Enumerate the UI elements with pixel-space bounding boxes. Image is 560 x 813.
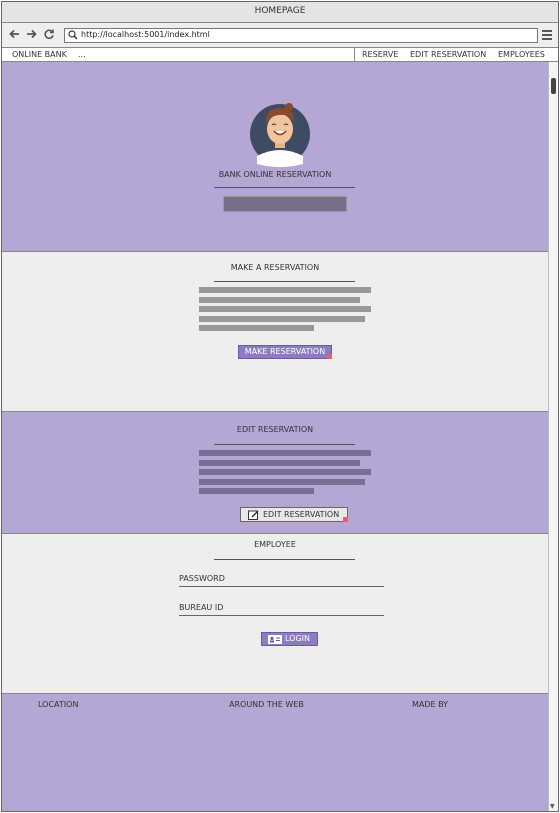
url-text: http://localhost:5001/index.html [81, 30, 210, 39]
button-corner-marker [343, 517, 348, 522]
nav-item-employees[interactable]: EMPLOYEES [498, 50, 545, 59]
hero-title: BANK ONLINE RESERVATION [218, 170, 332, 179]
brand-link[interactable]: ONLINE BANK [12, 50, 67, 59]
edit-text-placeholder [199, 450, 371, 498]
search-icon [68, 30, 78, 40]
site-navbar: ONLINE BANK ... RESERVE EDIT RESERVATION… [2, 48, 558, 62]
navbar-overflow: ... [78, 50, 86, 59]
employee-title: EMPLOYEE [254, 540, 296, 549]
arrow-right-icon[interactable] [24, 28, 38, 42]
login-button[interactable]: LOGIN [261, 632, 318, 646]
employee-divider [214, 559, 355, 560]
footer-made-by: MADE BY [412, 700, 449, 709]
password-label: PASSWORD [179, 574, 225, 583]
page-content: BANK ONLINE RESERVATION MAKE A RESERVATI… [2, 62, 548, 811]
edit-reservation-label: EDIT RESERVATION [263, 510, 340, 519]
url-input[interactable]: http://localhost:5001/index.html [64, 28, 538, 43]
nav-item-edit-reservation[interactable]: EDIT RESERVATION [410, 50, 486, 59]
avatar-icon [250, 103, 310, 167]
id-card-icon [268, 635, 282, 644]
hamburger-icon[interactable] [542, 30, 552, 40]
hero-section: BANK ONLINE RESERVATION [2, 62, 548, 252]
login-label: LOGIN [285, 634, 311, 643]
scroll-down-arrow-icon[interactable]: ▼ [550, 803, 555, 810]
address-bar: http://localhost:5001/index.html [2, 24, 558, 48]
edit-reservation-button[interactable]: EDIT RESERVATION [240, 507, 348, 522]
reserve-text-placeholder [199, 287, 371, 335]
window-title: HOMEPAGE [2, 2, 558, 23]
browser-window: HOMEPAGE http://localhost:5001/index.htm… [1, 1, 559, 812]
scrollbar[interactable]: ▼ [548, 62, 558, 811]
nav-item-reserve[interactable]: RESERVE [362, 50, 398, 59]
footer: LOCATION AROUND THE WEB MADE BY [2, 694, 548, 811]
edit-divider [214, 444, 355, 445]
arrow-left-icon[interactable] [8, 28, 22, 42]
hero-divider [214, 187, 355, 188]
edit-title: EDIT RESERVATION [236, 425, 314, 434]
scroll-thumb[interactable] [551, 78, 556, 94]
password-field[interactable] [179, 586, 384, 587]
employee-section: EMPLOYEE PASSWORD BUREAU ID [2, 534, 548, 694]
make-reservation-button[interactable]: MAKE RESERVATION [238, 345, 332, 359]
edit-icon [248, 510, 259, 520]
make-reservation-label: MAKE RESERVATION [244, 347, 326, 356]
reserve-divider [214, 281, 355, 282]
button-corner-marker [327, 354, 332, 359]
reserve-section: MAKE A RESERVATION [2, 252, 548, 412]
bureau-id-field[interactable] [179, 615, 384, 616]
bureau-id-label: BUREAU ID [179, 603, 224, 612]
hero-banner-placeholder [223, 196, 347, 212]
footer-around-the-web: AROUND THE WEB [229, 700, 304, 709]
reload-icon[interactable] [42, 28, 56, 42]
navbar-divider [354, 48, 355, 62]
footer-location: LOCATION [38, 700, 79, 709]
reserve-title: MAKE A RESERVATION [230, 263, 320, 272]
